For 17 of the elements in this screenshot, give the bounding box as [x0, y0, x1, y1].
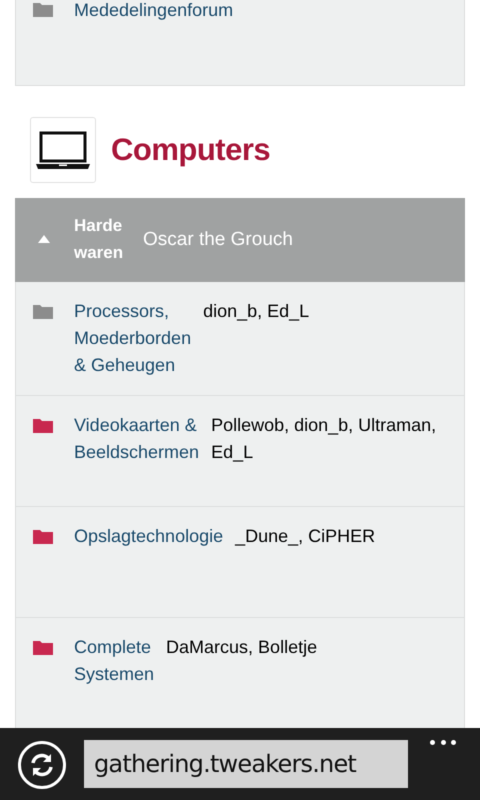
section-title: Computers: [111, 130, 270, 169]
laptop-icon: [35, 129, 91, 171]
moderator-list: _Dune_, CiPHER: [235, 523, 454, 550]
forum-link[interactable]: Mededelingenforum: [74, 0, 234, 20]
forum-link[interactable]: Complete Systemen: [74, 634, 154, 688]
category-title: Harde waren: [74, 215, 124, 264]
forum-link[interactable]: Opslagtechnologie: [74, 523, 224, 550]
moderator-list: DaMarcus, Bolletje: [166, 634, 454, 661]
category-moderator: Oscar the Grouch: [143, 228, 293, 252]
forum-link[interactable]: Videokaarten & Beeldschermen: [74, 412, 200, 466]
moderator-list: Pollewob, dion_b, Ultraman, Ed_L: [211, 412, 454, 466]
refresh-icon: [29, 752, 55, 778]
refresh-button[interactable]: [18, 741, 66, 789]
moderator-list: dion_b, Ed_L: [203, 298, 454, 325]
collapse-arrow-icon: [38, 235, 50, 243]
forum-link[interactable]: Processors, Moederborden & Geheugen: [74, 298, 192, 379]
address-field[interactable]: gathering.tweakers.net: [84, 740, 408, 788]
